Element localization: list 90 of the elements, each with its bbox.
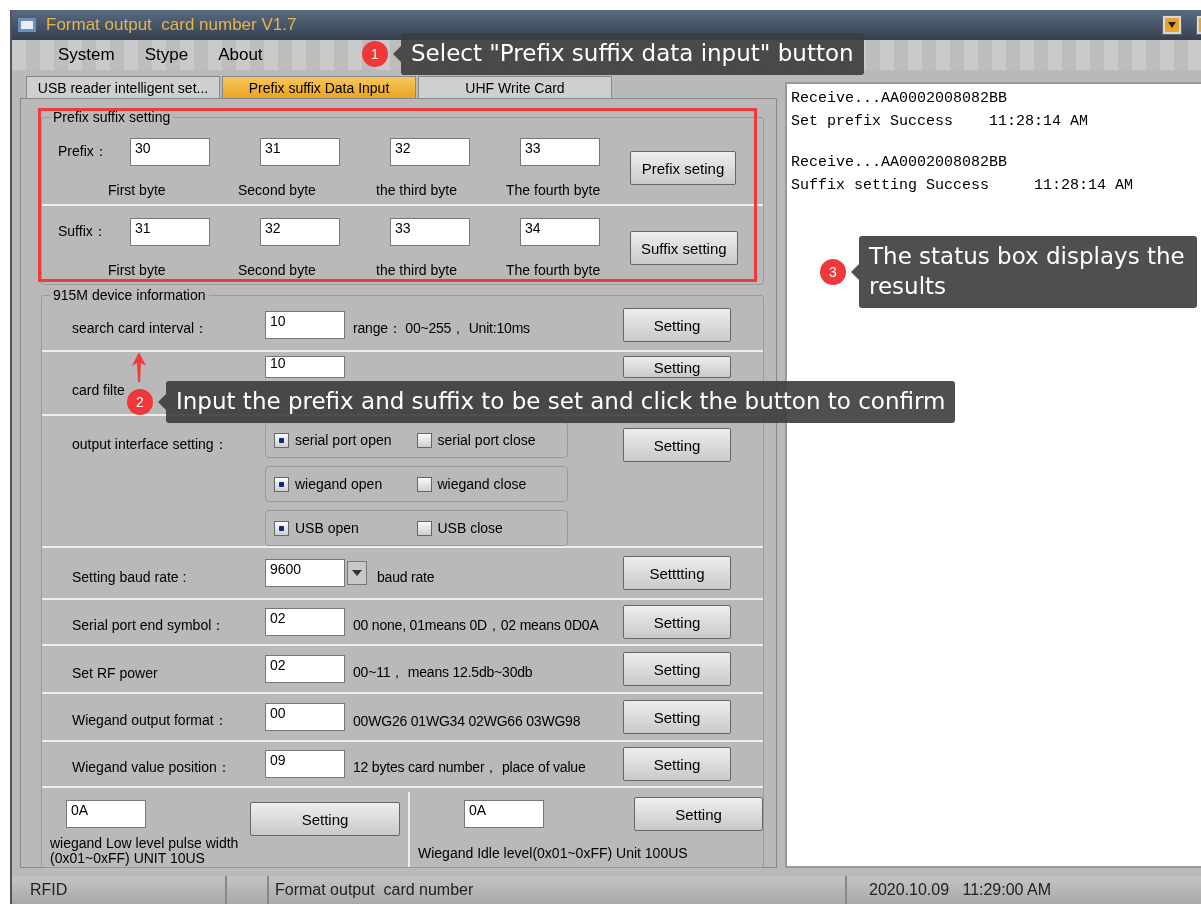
field-label: Prefix： [57,143,109,161]
input-field[interactable]: 10 [265,311,345,339]
setting-button[interactable]: Setting [623,652,731,686]
hint-text: 00 none, 01means 0D，02 means 0D0A [353,616,600,635]
hint-text: baud rate [377,568,436,585]
checkbox[interactable] [416,476,432,492]
callout-tooltip: Input the prefix and suffix to be set and click the button to confirm [166,381,956,423]
callout-tooltip: Select "Prefix suffix data input" button [401,33,864,75]
field-label: Wiegand output format： [72,711,228,730]
input-field[interactable]: 32 [260,218,340,246]
app-icon [18,18,36,32]
field-label: Set RF power [72,664,158,681]
setting-button[interactable]: Setting [623,428,731,462]
tab[interactable]: UHF Write Card [418,76,612,98]
input-field[interactable]: 31 [260,138,340,166]
log-line: Suffix setting Success 11:28:14 AM [791,177,1135,194]
radio-option[interactable]: serial port open [274,432,417,448]
setting-button[interactable]: Setting [623,747,731,781]
field-caption: Wiegand Idle level(0x01~0xFF) Unit 100US [418,846,688,862]
input-field[interactable]: 0A [464,800,544,829]
group-title: 915M device information [50,287,209,303]
setting-button[interactable]: Setting [250,802,400,836]
checkbox[interactable] [274,432,289,448]
input-field[interactable]: 33 [520,138,600,166]
input-field[interactable]: 09 [265,750,345,778]
radio-option[interactable]: serial port close [416,432,559,448]
input-field[interactable]: 10 [265,356,345,378]
byte-caption: The fourth byte [506,262,601,278]
setting-button[interactable]: Setting [623,605,731,639]
input-field[interactable]: 0A [66,800,146,828]
input-field[interactable]: 02 [265,608,345,636]
apply-button[interactable]: Prefix seting [630,151,736,185]
apply-button[interactable]: Suffix setting [630,231,738,265]
setting-button[interactable]: Setting [623,700,731,734]
input-field[interactable]: 31 [130,218,210,246]
log-line: Set prefix Success 11:28:14 AM [791,113,1090,130]
status-text: RFID [29,881,69,899]
hint-text: range： 00~255， Unit:10ms [353,319,531,338]
hint-text: 12 bytes card number， place of value [353,758,587,777]
byte-caption: the third byte [376,182,457,198]
status-text: Format output card number [274,881,475,899]
checkbox[interactable] [416,432,432,448]
hint-text: 00~11， means 12.5db~30db [353,663,534,682]
callout-tooltip: The status box displays the results [859,236,1197,308]
menu-item[interactable]: System [56,43,117,67]
field-label: search card interval： [72,319,209,338]
input-field[interactable]: 9600 [265,559,345,587]
tab[interactable]: Prefix suffix Data Input [222,76,416,98]
radio-option[interactable]: USB open [274,520,417,536]
field-label: Suffix： [57,223,108,241]
status-text: 2020.10.09 11:29:00 AM [868,881,1052,899]
input-field[interactable]: 00 [265,703,345,731]
log-line: Receive...AA0002008082BB [791,90,1009,107]
hint-text: 00WG26 01WG34 02WG66 03WG98 [353,712,582,729]
setting-button[interactable]: Setting [623,308,731,342]
field-label: output interface setting： [72,435,228,454]
byte-caption: First byte [108,262,166,278]
byte-caption: the third byte [376,262,457,278]
input-field[interactable]: 33 [390,218,470,246]
radio-option[interactable]: wiegand close [416,476,559,492]
log-line: Receive...AA0002008082BB [791,154,1009,171]
setting-button[interactable]: Setting [634,797,763,832]
window-title: Format output card number V1.7 [46,15,297,35]
checkbox[interactable] [274,476,289,492]
dropdown-button[interactable] [347,561,367,585]
checkbox[interactable] [274,520,289,536]
byte-caption: Second byte [238,262,316,278]
tab[interactable]: USB reader intelligent set... [26,76,220,98]
field-label: card filte [72,381,125,398]
field-caption: wiegand Low level pulse width (0x01~0xFF) UNIT 10US [50,836,240,867]
input-field[interactable]: 30 [130,138,210,166]
byte-caption: Second byte [238,182,316,198]
minimize-icon[interactable] [1162,15,1182,35]
byte-caption: The fourth byte [506,182,601,198]
field-label: Serial port end symbol： [72,616,226,635]
menu-item[interactable]: Stype [142,43,191,67]
radio-option[interactable]: USB close [416,520,559,536]
input-field[interactable]: 32 [390,138,470,166]
setting-button[interactable]: Setting [623,356,731,378]
input-field[interactable]: 02 [265,655,345,683]
radio-option[interactable]: wiegand open [274,476,417,492]
arrow-icon [132,352,146,382]
field-label: Setting baud rate : [72,568,187,585]
input-field[interactable]: 34 [520,218,600,246]
menu-item[interactable]: About [216,43,265,67]
caret-icon [352,570,362,576]
field-label: Wiegand value position： [72,758,231,777]
byte-caption: First byte [108,182,166,198]
setting-button[interactable]: Setttting [623,556,731,590]
checkbox[interactable] [416,520,432,536]
